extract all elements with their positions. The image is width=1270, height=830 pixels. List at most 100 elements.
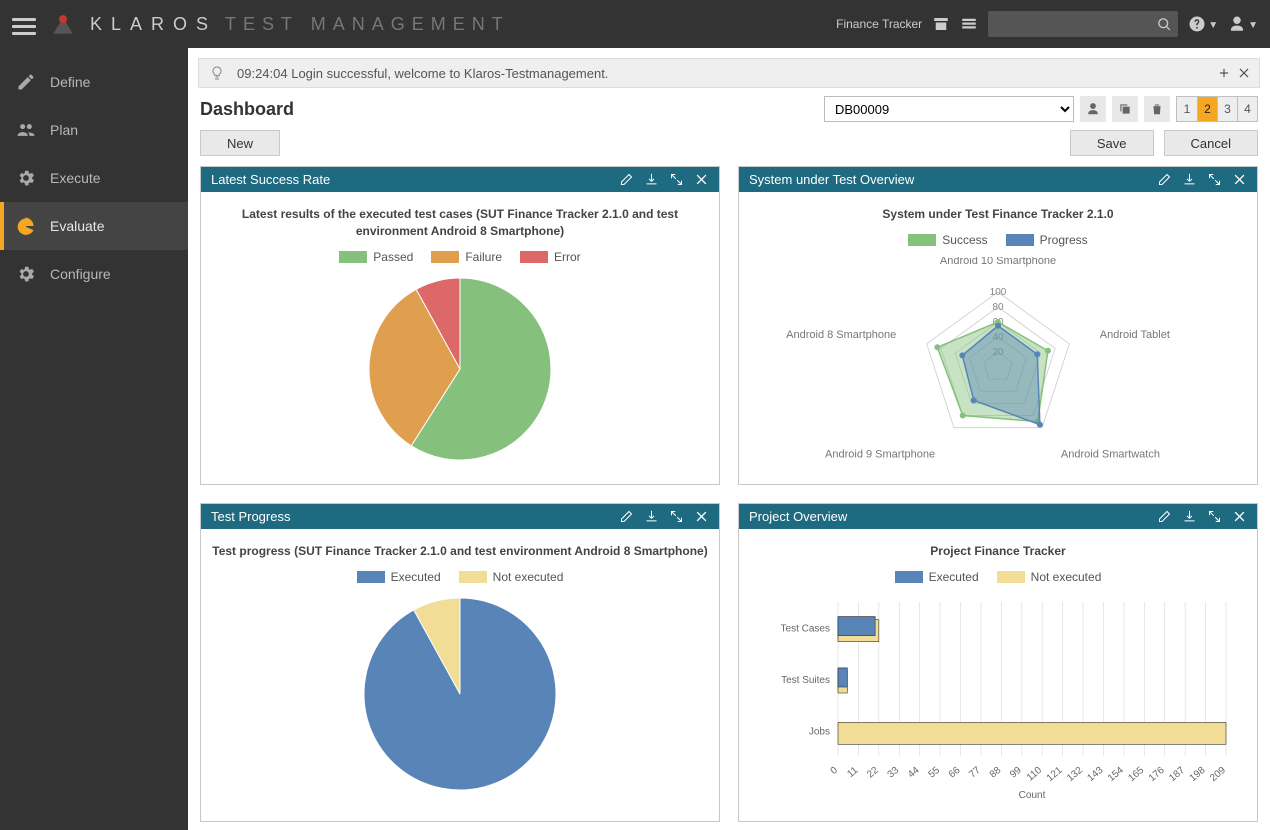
svg-text:11: 11: [845, 764, 860, 779]
panel-title: Latest Success Rate: [211, 172, 330, 187]
chart-legend: Success Progress: [749, 233, 1247, 247]
svg-text:Android 9 Smartphone: Android 9 Smartphone: [825, 448, 935, 460]
owner-button[interactable]: [1080, 96, 1106, 122]
chart-title: Latest results of the executed test case…: [211, 206, 709, 240]
svg-text:132: 132: [1065, 764, 1085, 783]
app-subtitle: TEST MANAGEMENT: [225, 14, 510, 35]
panel-sut-overview: System under Test Overview System under …: [738, 166, 1258, 485]
download-icon[interactable]: [644, 509, 659, 524]
svg-text:Android Smartwatch: Android Smartwatch: [1061, 448, 1160, 460]
bulb-icon: [209, 65, 225, 81]
svg-text:165: 165: [1126, 764, 1146, 783]
user-menu[interactable]: ▼: [1228, 15, 1258, 33]
close-icon[interactable]: [694, 172, 709, 187]
page-1[interactable]: 1: [1177, 97, 1197, 121]
svg-text:143: 143: [1086, 764, 1106, 783]
expand-icon[interactable]: [1207, 172, 1222, 187]
menu-toggle-icon[interactable]: [12, 14, 36, 34]
chart-title: System under Test Finance Tracker 2.1.0: [749, 206, 1247, 223]
sidebar-item-execute[interactable]: Execute: [0, 154, 188, 202]
svg-text:55: 55: [926, 764, 942, 780]
bar-chart: 0112233445566778899110121132143154165176…: [758, 594, 1238, 804]
svg-text:66: 66: [947, 764, 963, 780]
radar-chart: 20406080100Android 10 SmartphoneAndroid …: [768, 257, 1228, 467]
chart-legend: Passed Failure Error: [211, 250, 709, 264]
panel-title: System under Test Overview: [749, 172, 914, 187]
svg-text:Android 10 Smartphone: Android 10 Smartphone: [940, 257, 1056, 267]
svg-text:77: 77: [967, 764, 983, 780]
edit-icon[interactable]: [1157, 509, 1172, 524]
svg-text:80: 80: [992, 302, 1004, 313]
svg-text:Test Cases: Test Cases: [781, 623, 830, 634]
page-4[interactable]: 4: [1237, 97, 1257, 121]
svg-text:198: 198: [1188, 764, 1208, 783]
help-menu[interactable]: ▼: [1188, 15, 1218, 33]
edit-icon[interactable]: [619, 509, 634, 524]
download-icon[interactable]: [1182, 172, 1197, 187]
svg-text:110: 110: [1025, 764, 1045, 783]
user-icon: [1086, 102, 1100, 116]
download-icon[interactable]: [644, 172, 659, 187]
copy-button[interactable]: [1112, 96, 1138, 122]
delete-button[interactable]: [1144, 96, 1170, 122]
notice-text: 09:24:04 Login successful, welcome to Kl…: [237, 66, 608, 81]
svg-text:0: 0: [829, 764, 841, 776]
main-content: 09:24:04 Login successful, welcome to Kl…: [188, 48, 1270, 830]
user-icon: [1228, 15, 1246, 33]
svg-text:99: 99: [1008, 764, 1024, 780]
app-logo: [50, 11, 76, 37]
list-icon[interactable]: [960, 15, 978, 33]
topbar: KLAROS TEST MANAGEMENT Finance Tracker ▼…: [0, 0, 1270, 48]
svg-text:121: 121: [1045, 764, 1065, 783]
expand-icon[interactable]: [669, 172, 684, 187]
svg-text:Android Tablet: Android Tablet: [1100, 329, 1170, 341]
close-icon[interactable]: [1232, 172, 1247, 187]
notice-bar: 09:24:04 Login successful, welcome to Kl…: [198, 58, 1260, 88]
svg-text:Count: Count: [1019, 790, 1046, 801]
edit-icon[interactable]: [1157, 172, 1172, 187]
sidebar: Define Plan Execute Evaluate Configure: [0, 48, 188, 830]
panel-title: Test Progress: [211, 509, 290, 524]
search-box[interactable]: [988, 11, 1178, 37]
close-icon[interactable]: [1237, 66, 1251, 80]
search-icon[interactable]: [1157, 17, 1172, 32]
piechart-icon: [16, 216, 36, 236]
sidebar-item-label: Evaluate: [50, 218, 104, 234]
expand-icon[interactable]: [669, 509, 684, 524]
svg-text:22: 22: [865, 764, 881, 780]
sidebar-item-configure[interactable]: Configure: [0, 250, 188, 298]
search-input[interactable]: [996, 16, 1157, 32]
cancel-button[interactable]: Cancel: [1164, 130, 1258, 156]
close-icon[interactable]: [1232, 509, 1247, 524]
sidebar-item-label: Plan: [50, 122, 78, 138]
svg-text:187: 187: [1167, 764, 1187, 783]
gear-icon: [16, 168, 36, 188]
save-button[interactable]: Save: [1070, 130, 1154, 156]
close-icon[interactable]: [694, 509, 709, 524]
sidebar-item-label: Define: [50, 74, 90, 90]
svg-text:Test Suites: Test Suites: [781, 675, 830, 686]
expand-icon[interactable]: [1207, 509, 1222, 524]
dashboard-select[interactable]: DB00009: [824, 96, 1074, 122]
pie-chart: [340, 274, 580, 464]
copy-icon: [1118, 102, 1132, 116]
sidebar-item-plan[interactable]: Plan: [0, 106, 188, 154]
panel-project-overview: Project Overview Project Finance Tracker…: [738, 503, 1258, 822]
archive-icon[interactable]: [932, 15, 950, 33]
page-3[interactable]: 3: [1217, 97, 1237, 121]
sidebar-item-evaluate[interactable]: Evaluate: [0, 202, 188, 250]
sidebar-item-define[interactable]: Define: [0, 58, 188, 106]
plus-icon[interactable]: [1217, 66, 1231, 80]
sidebar-item-label: Execute: [50, 170, 101, 186]
page-2[interactable]: 2: [1197, 97, 1217, 121]
pie-chart: [340, 594, 580, 794]
edit-icon[interactable]: [619, 172, 634, 187]
chart-legend: Executed Not executed: [749, 570, 1247, 584]
svg-text:176: 176: [1147, 764, 1167, 783]
svg-text:33: 33: [886, 764, 902, 780]
sidebar-item-label: Configure: [50, 266, 111, 282]
svg-text:209: 209: [1208, 764, 1228, 783]
new-button[interactable]: New: [200, 130, 280, 156]
group-icon: [16, 120, 36, 140]
download-icon[interactable]: [1182, 509, 1197, 524]
